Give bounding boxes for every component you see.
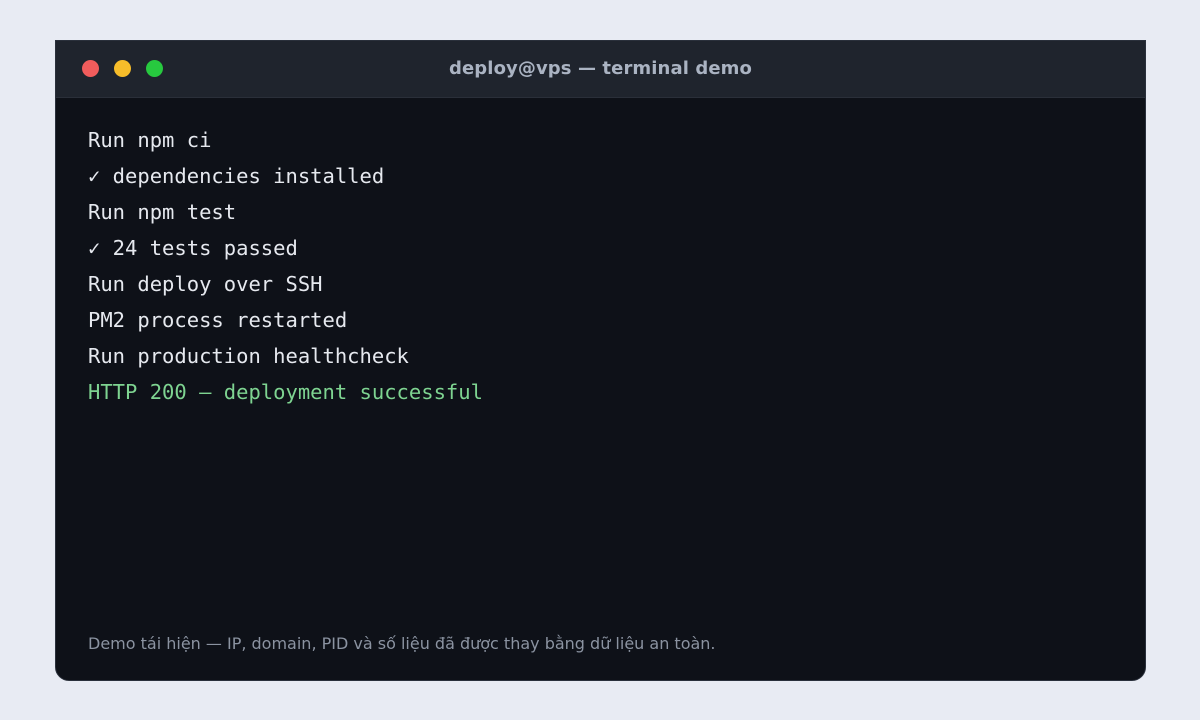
terminal-line: ✓ 24 tests passed xyxy=(88,236,298,260)
terminal-output: Run npm ci ✓ dependencies installed Run … xyxy=(88,125,1125,413)
terminal-line: Run npm test xyxy=(88,200,237,224)
terminal-line: Run production healthcheck xyxy=(88,344,409,368)
window-title: deploy@vps — terminal demo xyxy=(449,58,752,79)
terminal-window: deploy@vps — terminal demo Run npm ci ✓ … xyxy=(55,40,1146,681)
terminal-line: Run npm ci xyxy=(88,128,212,152)
terminal-line: Run deploy over SSH xyxy=(88,272,323,296)
footnote: Demo tái hiện — IP, domain, PID và số li… xyxy=(88,634,716,653)
terminal-line: PM2 process restarted xyxy=(88,308,348,332)
window-titlebar[interactable]: deploy@vps — terminal demo xyxy=(56,41,1145,98)
terminal-line: ✓ dependencies installed xyxy=(88,164,385,188)
terminal-line-success: HTTP 200 — deployment successful xyxy=(88,380,483,404)
